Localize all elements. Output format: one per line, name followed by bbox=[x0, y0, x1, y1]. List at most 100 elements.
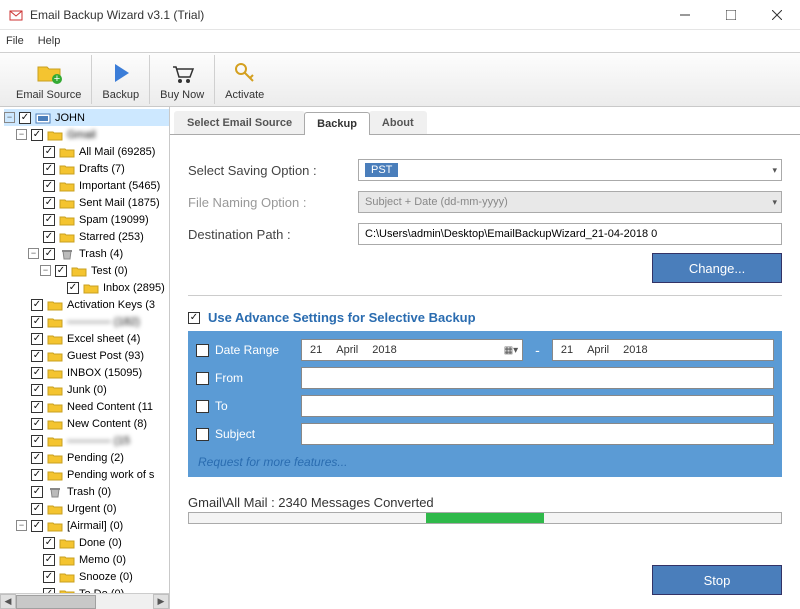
tree-item[interactable]: ✓Pending (2) bbox=[4, 449, 169, 466]
tree-checkbox[interactable]: ✓ bbox=[43, 197, 55, 209]
tree-checkbox[interactable]: ✓ bbox=[31, 469, 43, 481]
tree-checkbox[interactable]: ✓ bbox=[31, 520, 43, 532]
expand-toggle[interactable]: − bbox=[16, 520, 27, 531]
close-button[interactable] bbox=[754, 0, 800, 30]
tab-backup[interactable]: Backup bbox=[304, 112, 370, 135]
tree-item[interactable]: ✓All Mail (69285) bbox=[4, 143, 169, 160]
menu-help[interactable]: Help bbox=[38, 35, 61, 47]
folder-icon bbox=[59, 180, 75, 192]
naming-option-select[interactable]: Subject + Date (dd-mm-yyyy) ▾ bbox=[358, 191, 782, 213]
request-features-link[interactable]: Request for more features... bbox=[196, 451, 774, 469]
tree-item[interactable]: ✓Inbox (2895) bbox=[4, 279, 169, 296]
tree-checkbox[interactable]: ✓ bbox=[19, 112, 31, 124]
tree-item[interactable]: ✓Snooze (0) bbox=[4, 568, 169, 585]
from-label: From bbox=[215, 371, 295, 385]
tree-checkbox[interactable]: ✓ bbox=[43, 248, 55, 260]
tree-item[interactable]: ✓Important (5465) bbox=[4, 177, 169, 194]
date-range-checkbox[interactable] bbox=[196, 344, 209, 357]
tree-checkbox[interactable]: ✓ bbox=[31, 503, 43, 515]
tree-checkbox[interactable]: ✓ bbox=[31, 418, 43, 430]
tree-checkbox[interactable]: ✓ bbox=[55, 265, 67, 277]
tree-checkbox[interactable]: ✓ bbox=[67, 282, 79, 294]
expand-toggle[interactable]: − bbox=[16, 129, 27, 140]
folder-tree[interactable]: −✓JOHN−✓Gmail✓All Mail (69285)✓Drafts (7… bbox=[0, 107, 170, 609]
tree-label: INBOX (15095) bbox=[67, 367, 142, 379]
scroll-thumb[interactable] bbox=[16, 595, 96, 609]
tree-item[interactable]: −✓JOHN bbox=[4, 109, 169, 126]
expand-toggle[interactable]: − bbox=[4, 112, 15, 123]
tab-bar: Select Email Source Backup About bbox=[170, 107, 800, 135]
to-input[interactable] bbox=[301, 395, 774, 417]
menu-file[interactable]: File bbox=[6, 35, 24, 47]
toolbar-activate[interactable]: Activate bbox=[215, 55, 274, 104]
toolbar-backup[interactable]: Backup bbox=[92, 55, 150, 104]
tree-checkbox[interactable]: ✓ bbox=[31, 435, 43, 447]
tree-item[interactable]: ✓Guest Post (93) bbox=[4, 347, 169, 364]
expand-toggle[interactable]: − bbox=[40, 265, 51, 276]
tree-item[interactable]: −✓[Airmail] (0) bbox=[4, 517, 169, 534]
tree-item[interactable]: ✓Starred (253) bbox=[4, 228, 169, 245]
tree-item[interactable]: ✓Spam (19099) bbox=[4, 211, 169, 228]
date-from-picker[interactable]: 21April2018 ▦▾ bbox=[301, 339, 523, 361]
tree-item[interactable]: ✓New Content (8) bbox=[4, 415, 169, 432]
tree-item[interactable]: ✓Drafts (7) bbox=[4, 160, 169, 177]
subject-input[interactable] bbox=[301, 423, 774, 445]
tab-select-email-source[interactable]: Select Email Source bbox=[174, 111, 305, 134]
maximize-button[interactable] bbox=[708, 0, 754, 30]
tree-item[interactable]: ✓Activation Keys (3 bbox=[4, 296, 169, 313]
tree-checkbox[interactable]: ✓ bbox=[43, 571, 55, 583]
tree-checkbox[interactable]: ✓ bbox=[31, 452, 43, 464]
tree-checkbox[interactable]: ✓ bbox=[31, 333, 43, 345]
date-to-picker[interactable]: 21April2018 bbox=[552, 339, 774, 361]
advance-settings-checkbox[interactable]: ✓ bbox=[188, 312, 200, 324]
destination-path-input[interactable]: C:\Users\admin\Desktop\EmailBackupWizard… bbox=[358, 223, 782, 245]
tree-item[interactable]: ✓Memo (0) bbox=[4, 551, 169, 568]
tree-item[interactable]: ✓———— (182) bbox=[4, 313, 169, 330]
tree-checkbox[interactable]: ✓ bbox=[31, 367, 43, 379]
tree-item[interactable]: ✓Need Content (11 bbox=[4, 398, 169, 415]
tree-item[interactable]: ✓Trash (0) bbox=[4, 483, 169, 500]
from-input[interactable] bbox=[301, 367, 774, 389]
stop-button[interactable]: Stop bbox=[652, 565, 782, 595]
tree-item[interactable]: −✓ Gmail bbox=[4, 126, 169, 143]
tree-checkbox[interactable]: ✓ bbox=[31, 401, 43, 413]
toolbar-buy-now[interactable]: Buy Now bbox=[150, 55, 215, 104]
tree-checkbox[interactable]: ✓ bbox=[43, 146, 55, 158]
tree-checkbox[interactable]: ✓ bbox=[31, 299, 43, 311]
scroll-right-icon[interactable]: ▶ bbox=[153, 594, 169, 609]
minimize-button[interactable] bbox=[662, 0, 708, 30]
tree-item[interactable]: ✓Excel sheet (4) bbox=[4, 330, 169, 347]
tree-item[interactable]: ✓ INBOX (15095) bbox=[4, 364, 169, 381]
tab-about[interactable]: About bbox=[369, 111, 427, 134]
tree-checkbox[interactable]: ✓ bbox=[43, 231, 55, 243]
tree-item[interactable]: ✓Sent Mail (1875) bbox=[4, 194, 169, 211]
to-checkbox[interactable] bbox=[196, 400, 209, 413]
tree-label: Gmail bbox=[67, 129, 96, 141]
tree-checkbox[interactable]: ✓ bbox=[43, 554, 55, 566]
tree-checkbox[interactable]: ✓ bbox=[43, 163, 55, 175]
tree-checkbox[interactable]: ✓ bbox=[31, 350, 43, 362]
tree-checkbox[interactable]: ✓ bbox=[43, 214, 55, 226]
tree-item[interactable]: −✓Test (0) bbox=[4, 262, 169, 279]
tree-item[interactable]: ✓———— (15 bbox=[4, 432, 169, 449]
tree-checkbox[interactable]: ✓ bbox=[31, 486, 43, 498]
change-button[interactable]: Change... bbox=[652, 253, 782, 283]
tree-item[interactable]: ✓Pending work of s bbox=[4, 466, 169, 483]
tree-item[interactable]: −✓Trash (4) bbox=[4, 245, 169, 262]
horizontal-scrollbar[interactable]: ◀ ▶ bbox=[0, 593, 169, 609]
tree-item[interactable]: ✓Urgent (0) bbox=[4, 500, 169, 517]
saving-option-select[interactable]: PST ▾ bbox=[358, 159, 782, 181]
scroll-left-icon[interactable]: ◀ bbox=[0, 594, 16, 609]
tree-item[interactable]: ✓Junk (0) bbox=[4, 381, 169, 398]
from-checkbox[interactable] bbox=[196, 372, 209, 385]
window-title: Email Backup Wizard v3.1 (Trial) bbox=[30, 8, 662, 22]
expand-toggle[interactable]: − bbox=[28, 248, 39, 259]
toolbar-email-source[interactable]: + Email Source bbox=[6, 55, 92, 104]
tree-checkbox[interactable]: ✓ bbox=[31, 129, 43, 141]
subject-checkbox[interactable] bbox=[196, 428, 209, 441]
tree-item[interactable]: ✓Done (0) bbox=[4, 534, 169, 551]
tree-checkbox[interactable]: ✓ bbox=[31, 384, 43, 396]
tree-checkbox[interactable]: ✓ bbox=[43, 537, 55, 549]
tree-checkbox[interactable]: ✓ bbox=[31, 316, 43, 328]
tree-checkbox[interactable]: ✓ bbox=[43, 180, 55, 192]
